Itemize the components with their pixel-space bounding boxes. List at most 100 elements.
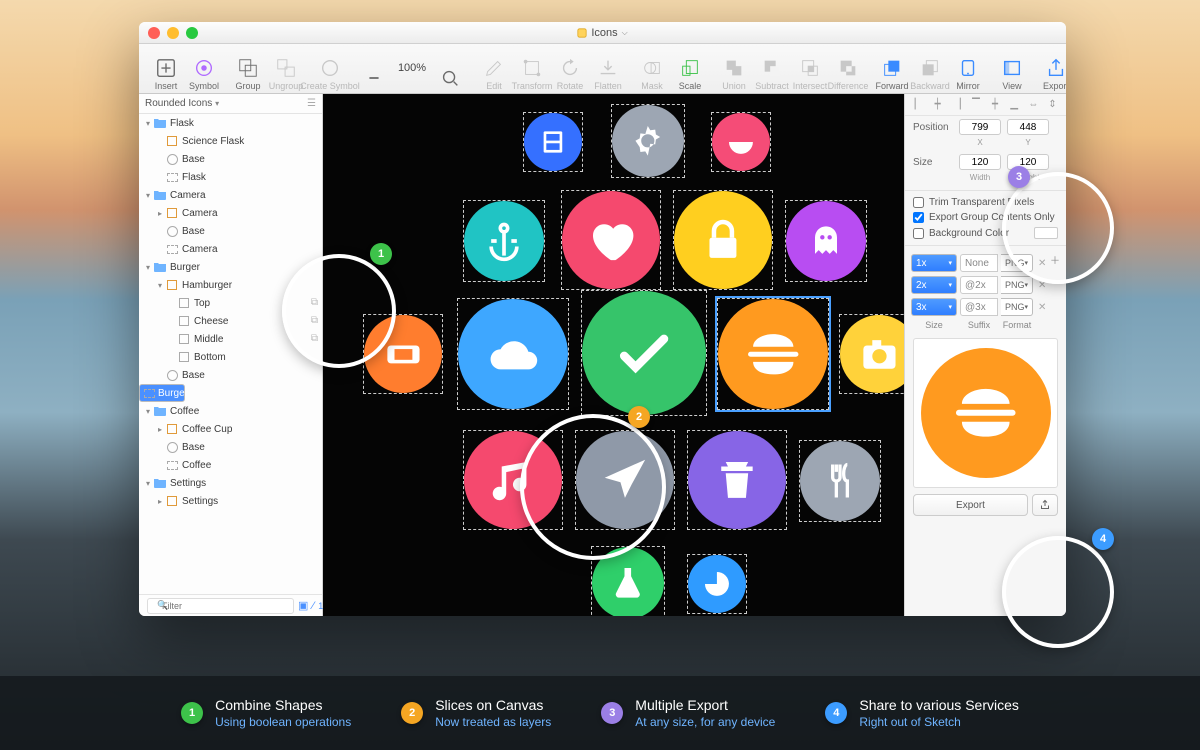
suffix-input[interactable]: [960, 298, 998, 316]
insert-button[interactable]: Insert: [147, 57, 185, 91]
align-bottom-icon[interactable]: ▁: [1007, 98, 1021, 112]
title-caret-icon[interactable]: ⌵: [622, 28, 628, 38]
layer-row[interactable]: ▸Camera: [139, 204, 322, 222]
layer-row[interactable]: ▸Coffee Cup: [139, 420, 322, 438]
layer-row[interactable]: ▾Settings: [139, 474, 322, 492]
zoom-level[interactable]: 100%: [393, 57, 431, 91]
align-vcenter-icon[interactable]: ┿: [988, 98, 1002, 112]
layer-row[interactable]: ▸Settings: [139, 492, 322, 510]
export-button[interactable]: Export: [1037, 57, 1066, 91]
forward-button[interactable]: Forward: [873, 57, 911, 91]
layer-row[interactable]: ▾Coffee: [139, 402, 322, 420]
canvas-slice-burger[interactable]: [717, 298, 829, 410]
layer-row[interactable]: Camera: [139, 240, 322, 258]
create-symbol-button[interactable]: Create Symbol: [311, 57, 349, 91]
layer-row[interactable]: Base: [139, 438, 322, 456]
bgcolor-swatch[interactable]: [1034, 227, 1058, 239]
zoom-in-button[interactable]: [431, 67, 469, 91]
layer-row[interactable]: ▾Flask: [139, 114, 322, 132]
scale-button[interactable]: Scale: [671, 57, 709, 91]
layer-row[interactable]: Burger: [139, 384, 185, 402]
canvas-slice-film[interactable]: [523, 112, 583, 172]
suffix-input[interactable]: [960, 254, 998, 272]
rotate-button[interactable]: Rotate: [551, 57, 589, 91]
canvas-slice-heart[interactable]: [561, 190, 661, 290]
layer-row[interactable]: ▾Burger: [139, 258, 322, 276]
layer-row[interactable]: Base: [139, 150, 322, 168]
slice-toggle-icon[interactable]: ▣: [298, 599, 308, 612]
difference-button[interactable]: Difference: [829, 57, 867, 91]
transform-button[interactable]: Transform: [513, 57, 551, 91]
trim-checkbox[interactable]: [913, 197, 924, 208]
canvas-slice-plane[interactable]: [575, 430, 675, 530]
group-button[interactable]: Group: [229, 57, 267, 91]
symbol-button[interactable]: Symbol: [185, 57, 223, 91]
close-button[interactable]: [148, 27, 160, 39]
remove-size-button[interactable]: ✕: [1036, 280, 1048, 291]
canvas-slice-check[interactable]: [581, 290, 707, 416]
scale-select[interactable]: 2x▾: [911, 276, 957, 294]
canvas-slice-pie[interactable]: [687, 554, 747, 614]
layer-row[interactable]: Top⧉: [139, 294, 322, 312]
share-button[interactable]: [1032, 494, 1058, 516]
layer-row[interactable]: Middle⧉: [139, 330, 322, 348]
canvas-slice-cloud[interactable]: [457, 298, 569, 410]
filter-input[interactable]: [147, 598, 294, 614]
align-top-icon[interactable]: ▔: [969, 98, 983, 112]
layer-row[interactable]: ▾Camera: [139, 186, 322, 204]
view-button[interactable]: View: [993, 57, 1031, 91]
canvas-slice-cutlery[interactable]: [799, 440, 881, 522]
align-left-icon[interactable]: ▏: [912, 98, 926, 112]
canvas-slice-trash[interactable]: [687, 430, 787, 530]
mirror-button[interactable]: Mirror: [949, 57, 987, 91]
zoom-out-button[interactable]: [355, 67, 393, 91]
remove-size-button[interactable]: ✕: [1036, 258, 1048, 269]
align-hcenter-icon[interactable]: ┿: [931, 98, 945, 112]
scale-select[interactable]: 1x▾: [911, 254, 957, 272]
flatten-button[interactable]: Flatten: [589, 57, 627, 91]
canvas-slice-lock[interactable]: [673, 190, 773, 290]
pages-header[interactable]: Rounded Icons ▾ ☰: [139, 94, 322, 114]
canvas-slice-ticket[interactable]: [363, 314, 443, 394]
layers-list[interactable]: ▾FlaskScience FlaskBaseFlask▾Camera▸Came…: [139, 114, 322, 594]
canvas-slice-ghost[interactable]: [785, 200, 867, 282]
pages-menu-icon[interactable]: ☰: [307, 98, 316, 109]
minimize-button[interactable]: [167, 27, 179, 39]
zoom-button[interactable]: [186, 27, 198, 39]
layer-row[interactable]: Science Flask: [139, 132, 322, 150]
distribute-v-icon[interactable]: ⇕: [1045, 98, 1059, 112]
width-input[interactable]: [959, 154, 1001, 170]
export-group-checkbox[interactable]: [913, 212, 924, 223]
bgcolor-checkbox[interactable]: [913, 228, 924, 239]
layer-row[interactable]: Cheese⧉: [139, 312, 322, 330]
canvas-slice-melon[interactable]: [711, 112, 771, 172]
canvas-slice-music[interactable]: [463, 430, 563, 530]
layer-row[interactable]: ▾Hamburger: [139, 276, 322, 294]
add-export-size-button[interactable]: ＋: [1050, 252, 1060, 267]
distribute-h-icon[interactable]: ⇔: [1026, 98, 1040, 112]
backward-button[interactable]: Backward: [911, 57, 949, 91]
layer-row[interactable]: Coffee: [139, 456, 322, 474]
suffix-input[interactable]: [960, 276, 998, 294]
align-right-icon[interactable]: ▕: [950, 98, 964, 112]
position-y-input[interactable]: [1007, 119, 1049, 135]
canvas-slice-anchor[interactable]: [463, 200, 545, 282]
canvas[interactable]: [323, 94, 904, 616]
edit-button[interactable]: Edit: [475, 57, 513, 91]
canvas-slice-flask[interactable]: [591, 546, 665, 616]
layer-row[interactable]: Bottom: [139, 348, 322, 366]
position-x-input[interactable]: [959, 119, 1001, 135]
format-select[interactable]: PNG ▾: [1001, 298, 1033, 316]
layer-row[interactable]: Flask: [139, 168, 322, 186]
format-select[interactable]: PNG ▾: [1001, 254, 1033, 272]
intersect-button[interactable]: Intersect: [791, 57, 829, 91]
export-button[interactable]: Export: [913, 494, 1028, 516]
mask-button[interactable]: Mask: [633, 57, 671, 91]
subtract-button[interactable]: Subtract: [753, 57, 791, 91]
layer-row[interactable]: Base: [139, 222, 322, 240]
scale-select[interactable]: 3x▾: [911, 298, 957, 316]
canvas-slice-camera[interactable]: [839, 314, 904, 394]
layer-row[interactable]: Base: [139, 366, 322, 384]
canvas-slice-gear[interactable]: [611, 104, 685, 178]
union-button[interactable]: Union: [715, 57, 753, 91]
